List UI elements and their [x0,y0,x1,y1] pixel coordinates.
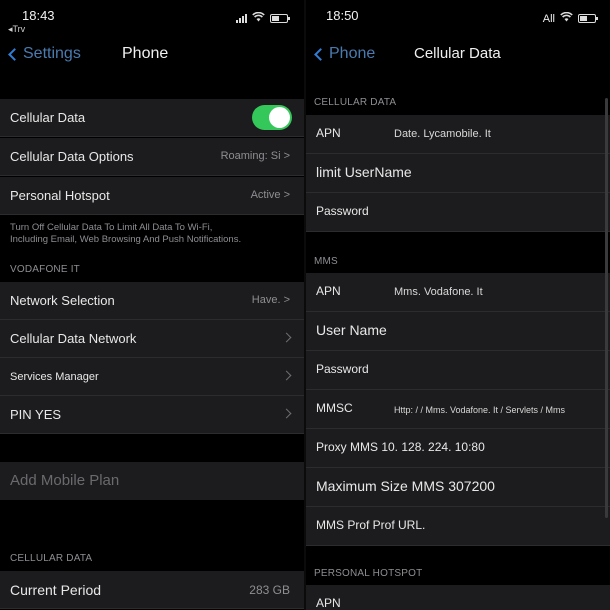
pin-label: PIN YES [10,407,62,422]
cellular-data-options-label: Cellular Data Options [10,149,134,164]
chevron-left-icon [8,47,21,61]
add-mobile-plan-button[interactable]: Add Mobile Plan [0,462,304,500]
mms-uaprof-label: MMS Prof Prof URL. [316,518,426,532]
page-title: Phone [122,45,169,62]
footnote-line-1: Turn Off Cellular Data To Limit All Data… [10,222,213,233]
mms-max-size-label: Maximum Size MMS 307200 [316,478,495,494]
section-header-cellular-data: CELLULAR DATA [314,97,397,108]
chevron-right-icon [281,332,292,343]
cellular-data-network-label: Cellular Data Network [10,331,137,346]
battery-icon [270,14,290,23]
chevron-left-icon [314,47,327,61]
mms-password-label: Password [316,362,369,376]
username-label: limit UserName [316,164,412,180]
scrollbar[interactable] [605,98,608,518]
services-manager-row[interactable]: Services Manager [0,358,304,396]
personal-hotspot-row[interactable]: Personal Hotspot Active > [0,177,304,215]
password-label: Password [316,204,369,218]
cellular-apn-row[interactable]: APN Date. Lycamobile. It [306,115,610,154]
back-label: Settings [23,45,81,62]
pin-row[interactable]: PIN YES [0,396,304,434]
cellular-data-network-screen: 18:50 All Phone Cellular Data CELLULAR D… [306,0,610,610]
mms-proxy-label: Proxy MMS 10. 128. 224. 10:80 [316,440,485,454]
cellular-footnote: Turn Off Cellular Data To Limit All Data… [10,222,241,246]
back-button[interactable]: Settings [6,45,81,63]
hotspot-apn-label: APN [316,596,341,610]
network-selection-value: Have. > [251,294,290,306]
status-time: 18:43 [22,8,55,23]
mms-max-size-row[interactable]: Maximum Size MMS 307200 [306,468,610,507]
cellular-data-row: Cellular Data [0,99,304,137]
mms-apn-label: APN [316,284,341,298]
current-period-label: Current Period [10,582,102,598]
add-mobile-plan-label: Add Mobile Plan [10,472,120,489]
personal-hotspot-value: Active > [250,189,290,201]
mmsc-field[interactable]: Http: / / Mms. Vodafone. It / Servlets /… [394,405,565,415]
mmsc-row[interactable]: MMSC Http: / / Mms. Vodafone. It / Servl… [306,390,610,429]
network-selection-label: Network Selection [10,293,115,308]
cellular-data-options-row[interactable]: Cellular Data Options Roaming: Si > [0,138,304,176]
hotspot-apn-row[interactable]: APN [306,585,610,610]
toggle-knob [269,107,290,128]
section-header-personal-hotspot: PERSONAL HOTSPOT [314,568,423,579]
services-manager-label: Services Manager [10,371,99,383]
cellular-data-toggle[interactable] [252,105,292,130]
network-label: All [542,12,555,25]
cellular-password-row[interactable]: Password [306,193,610,232]
status-bar: 18:43 ◂Trv [0,0,304,36]
apn-label: APN [316,126,341,140]
personal-hotspot-label: Personal Hotspot [10,188,110,203]
footnote-line-2: Including Email, Web Browsing And Push N… [10,234,242,245]
network-selection-row[interactable]: Network Selection Have. > [0,282,304,320]
mms-apn-field[interactable]: Mms. Vodafone. It [394,286,483,298]
mms-proxy-row[interactable]: Proxy MMS 10. 128. 224. 10:80 [306,429,610,468]
section-header-vodafone: VODAFONE IT [10,264,80,275]
current-period-value: 283 GB [249,583,290,597]
wifi-icon [252,11,265,25]
mmsc-label: MMSC [316,401,353,415]
status-time: 18:50 [326,8,359,23]
navigation-bar: Phone Cellular Data [306,36,610,72]
section-header-cellular-data: CELLULAR DATA [10,553,93,564]
cellular-data-options-value: Roaming: Si > [220,150,290,162]
mms-password-row[interactable]: Password [306,351,610,390]
status-icons: All [542,11,598,25]
battery-icon [578,14,598,23]
current-period-row: Current Period 283 GB [0,571,304,609]
chevron-right-icon [281,370,292,381]
wifi-icon [560,11,573,25]
back-button[interactable]: Phone [312,45,375,63]
mms-apn-row[interactable]: APN Mms. Vodafone. It [306,273,610,312]
cellular-data-label: Cellular Data [10,110,86,125]
mms-username-row[interactable]: User Name [306,312,610,351]
navigation-bar: Settings Phone [0,36,304,72]
apn-field[interactable]: Date. Lycamobile. It [394,128,491,140]
signal-icon [236,14,247,23]
page-title: Cellular Data [414,45,501,62]
status-icons [236,11,290,25]
section-header-mms: MMS [314,256,338,267]
status-bar: 18:50 All [306,0,610,36]
cellular-data-network-row[interactable]: Cellular Data Network [0,320,304,358]
back-label: Phone [329,45,376,62]
chevron-right-icon [281,408,292,419]
phone-settings-screen: 18:43 ◂Trv Settings Phone Cellular Data … [0,0,304,610]
cellular-username-row[interactable]: limit UserName [306,154,610,193]
mms-username-label: User Name [316,322,387,338]
status-carrier: ◂Trv [8,24,26,34]
mms-uaprof-row[interactable]: MMS Prof Prof URL. [306,507,610,546]
